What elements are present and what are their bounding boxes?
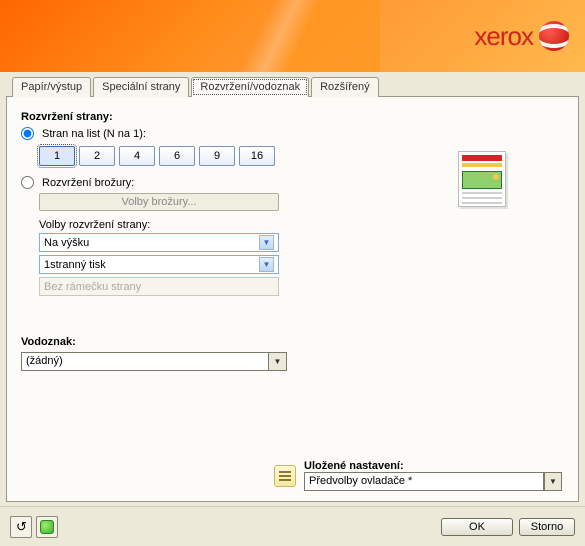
saved-settings-label: Uložené nastavení: [304, 460, 562, 472]
reset-button[interactable]: ↻ [10, 516, 32, 538]
chevron-down-icon[interactable]: ▼ [269, 352, 287, 371]
nup-2[interactable]: 2 [79, 146, 115, 166]
header-banner: xerox [0, 0, 585, 72]
nup-9[interactable]: 9 [199, 146, 235, 166]
footer-bar: ↻ OK Storno [0, 506, 585, 546]
saved-settings-select[interactable]: Předvolby ovladače * [304, 472, 544, 491]
saved-settings-icon [274, 465, 296, 487]
tab-layout-watermark[interactable]: Rozvržení/vodoznak [191, 77, 309, 97]
chevron-down-icon[interactable]: ▼ [544, 472, 562, 491]
orientation-value: Na výšku [44, 237, 89, 249]
watermark-title: Vodoznak: [21, 336, 564, 348]
radio-pages-per-sheet-input[interactable] [21, 127, 34, 140]
layout-preview-icon [458, 151, 506, 207]
sided-value: 1stranný tisk [44, 259, 106, 271]
page-border-select: Bez rámečku strany [39, 277, 279, 296]
nup-16[interactable]: 16 [239, 146, 275, 166]
tabstrip: Papír/výstup Speciální strany Rozvržení/… [6, 76, 579, 96]
chevron-down-icon: ▼ [259, 235, 274, 250]
brand-logo-icon [539, 21, 569, 51]
nup-6[interactable]: 6 [159, 146, 195, 166]
eco-button[interactable] [36, 516, 58, 538]
radio-pages-per-sheet-label: Stran na list (N na 1): [42, 128, 146, 140]
ok-button[interactable]: OK [441, 518, 513, 536]
page-layout-title: Rozvržení strany: [21, 111, 564, 123]
nup-4[interactable]: 4 [119, 146, 155, 166]
cancel-button[interactable]: Storno [519, 518, 575, 536]
sided-select[interactable]: 1stranný tisk ▼ [39, 255, 279, 274]
radio-booklet-label: Rozvržení brožury: [42, 177, 134, 189]
page-layout-options-label: Volby rozvržení strany: [39, 219, 564, 231]
nup-1[interactable]: 1 [39, 146, 75, 166]
tab-paper-output[interactable]: Papír/výstup [12, 77, 91, 97]
undo-icon: ↻ [16, 520, 27, 533]
radio-booklet-input[interactable] [21, 176, 34, 189]
tab-panel: Rozvržení strany: Stran na list (N na 1)… [6, 96, 579, 502]
tab-advanced[interactable]: Rozšířený [311, 77, 379, 97]
chevron-down-icon: ▼ [259, 257, 274, 272]
radio-pages-per-sheet[interactable]: Stran na list (N na 1): [21, 127, 564, 140]
watermark-select[interactable]: (žádný) ▼ [21, 352, 287, 371]
dialog-content: Papír/výstup Speciální strany Rozvržení/… [6, 76, 579, 502]
page-border-value: Bez rámečku strany [44, 281, 141, 293]
eco-icon [40, 520, 54, 534]
watermark-value: (žádný) [21, 352, 269, 371]
tab-special-pages[interactable]: Speciální strany [93, 77, 189, 97]
brand-logo-text: xerox [474, 21, 533, 52]
orientation-select[interactable]: Na výšku ▼ [39, 233, 279, 252]
booklet-options-button: Volby brožury... [39, 193, 279, 211]
